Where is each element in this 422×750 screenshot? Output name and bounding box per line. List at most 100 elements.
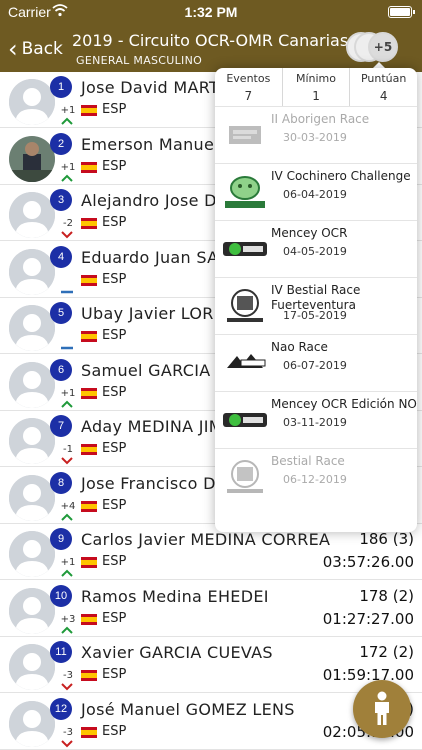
person-icon [375, 691, 389, 725]
athlete-name: Jose Francisco DE [81, 474, 227, 493]
dash-icon [61, 290, 73, 294]
stat-value: 1 [312, 89, 320, 103]
position-change: +1 [60, 557, 76, 568]
stat-label: Eventos [226, 72, 271, 85]
position-badge: 6 [50, 359, 72, 381]
event-date: 30-03-2019 [283, 131, 347, 144]
position-badge: 5 [50, 302, 72, 324]
avatar [9, 192, 55, 238]
athlete-name: José Manuel GOMEZ LENS [81, 700, 295, 719]
country-code: ESP [102, 215, 127, 230]
country-code: ESP [102, 441, 127, 456]
event-date: 17-05-2019 [283, 309, 347, 322]
position-change: +1 [60, 162, 76, 173]
event-item[interactable]: Bestial Race 06-12-2019 [215, 448, 417, 505]
position-badge: 2 [50, 133, 72, 155]
stat-label: Mínimo [295, 72, 337, 85]
popover-header: Eventos 7 Mínimo 1 Puntúan 4 [215, 68, 417, 106]
athlete-name: Jose David MARTI [81, 78, 225, 97]
event-item[interactable]: Mencey OCR 04-05-2019 [215, 220, 417, 277]
spain-flag-icon [81, 275, 97, 286]
avatar [9, 475, 55, 521]
ranking-row[interactable]: 11 -3 Xavier GARCIA CUEVAS ESP 172 (2) 01:59:… [0, 637, 422, 693]
avatar [9, 249, 55, 295]
stat-value: 4 [379, 89, 388, 103]
country-code: ESP [102, 328, 127, 343]
athlete-name: Carlos Javier MEDINA CORREA [81, 530, 331, 549]
event-date: 04-05-2019 [283, 245, 347, 258]
event-item[interactable]: IV Bestial Race Fuerteventura 17-05-2019 [215, 277, 417, 334]
chevron-down-icon [61, 457, 73, 465]
filter-person-button[interactable] [353, 680, 411, 738]
status-bar: Carrier 1:32 PM [0, 0, 422, 24]
chevron-up-icon [61, 117, 73, 125]
aborigen-logo [221, 116, 269, 154]
position-badge: 12 [50, 698, 72, 720]
athlete-name: Xavier GARCIA CUEVAS [81, 643, 273, 662]
avatar [9, 701, 55, 747]
event-avatars-button[interactable]: +5 [346, 32, 406, 62]
mencey-logo [221, 401, 269, 439]
back-label: Back [21, 39, 63, 59]
stat-events: Eventos 7 [215, 68, 283, 106]
avatar [9, 531, 55, 577]
position-badge: 8 [50, 472, 72, 494]
position-badge: 1 [50, 76, 72, 98]
event-item[interactable]: Nao Race 06-07-2019 [215, 334, 417, 391]
back-button[interactable]: ‹ Back [8, 36, 63, 62]
position-badge: 9 [50, 528, 72, 550]
event-name: IV Cochinero Challenge [271, 169, 411, 183]
event-date: 06-07-2019 [283, 359, 347, 372]
chevron-up-icon [61, 400, 73, 408]
nao-logo [221, 344, 269, 382]
country-code: ESP [102, 667, 127, 682]
total-time: 01:59:17.00 [322, 666, 414, 684]
total-time: 01:27:27.00 [322, 610, 414, 628]
event-date: 06-04-2019 [283, 188, 347, 201]
athlete-name: Aday MEDINA JIM [81, 417, 223, 436]
event-item[interactable]: IV Cochinero Challenge 06-04-2019 [215, 163, 417, 220]
country-code: ESP [102, 272, 127, 287]
cochinero-logo [221, 173, 269, 211]
position-badge: 11 [50, 641, 72, 663]
bestial-logo [221, 287, 269, 325]
event-name: II Aborigen Race [271, 112, 370, 126]
position-badge: 3 [50, 189, 72, 211]
position-badge: 10 [50, 585, 72, 607]
athlete-name: Ramos Medina EHEDEI [81, 587, 269, 606]
position-change: +1 [60, 105, 76, 116]
event-name: Mencey OCR Edición NO [271, 397, 417, 411]
page-title: 2019 - Circuito OCR-OMR Canarias [72, 31, 349, 50]
avatar [9, 418, 55, 464]
country-code: ESP [102, 724, 127, 739]
points: 186 (3) [359, 530, 414, 548]
spain-flag-icon [81, 218, 97, 229]
mencey-logo [221, 230, 269, 268]
avatar [9, 136, 55, 182]
event-item[interactable]: II Aborigen Race 30-03-2019 [215, 106, 417, 163]
dash-icon [61, 346, 73, 350]
country-code: ESP [102, 554, 127, 569]
stat-label: Puntúan [360, 72, 407, 85]
position-badge: 4 [50, 246, 72, 268]
page-subtitle: GENERAL MASCULINO [76, 54, 203, 67]
event-date: 03-11-2019 [283, 416, 347, 429]
bestial-logo [221, 458, 269, 496]
position-change: +1 [60, 388, 76, 399]
event-name: Mencey OCR [271, 226, 348, 240]
ranking-row[interactable]: 10 +3 Ramos Medina EHEDEI ESP 178 (2) 01:27:2… [0, 581, 422, 637]
stat-minimum: Mínimo 1 [283, 68, 351, 106]
chevron-up-icon [61, 626, 73, 634]
stat-scoring: Puntúan 4 [350, 68, 417, 106]
battery-icon [388, 6, 415, 18]
country-code: ESP [102, 102, 127, 117]
spain-flag-icon [81, 727, 97, 738]
position-change: +3 [60, 614, 76, 625]
clock: 1:32 PM [184, 4, 238, 20]
spain-flag-icon [81, 614, 97, 625]
spain-flag-icon [81, 105, 97, 116]
ranking-row[interactable]: 9 +1 Carlos Javier MEDINA CORREA ESP 186 (3)… [0, 524, 422, 580]
more-events-badge: +5 [368, 32, 398, 62]
event-item[interactable]: Mencey OCR Edición NO 03-11-2019 [215, 391, 417, 448]
chevron-down-icon [61, 683, 73, 691]
